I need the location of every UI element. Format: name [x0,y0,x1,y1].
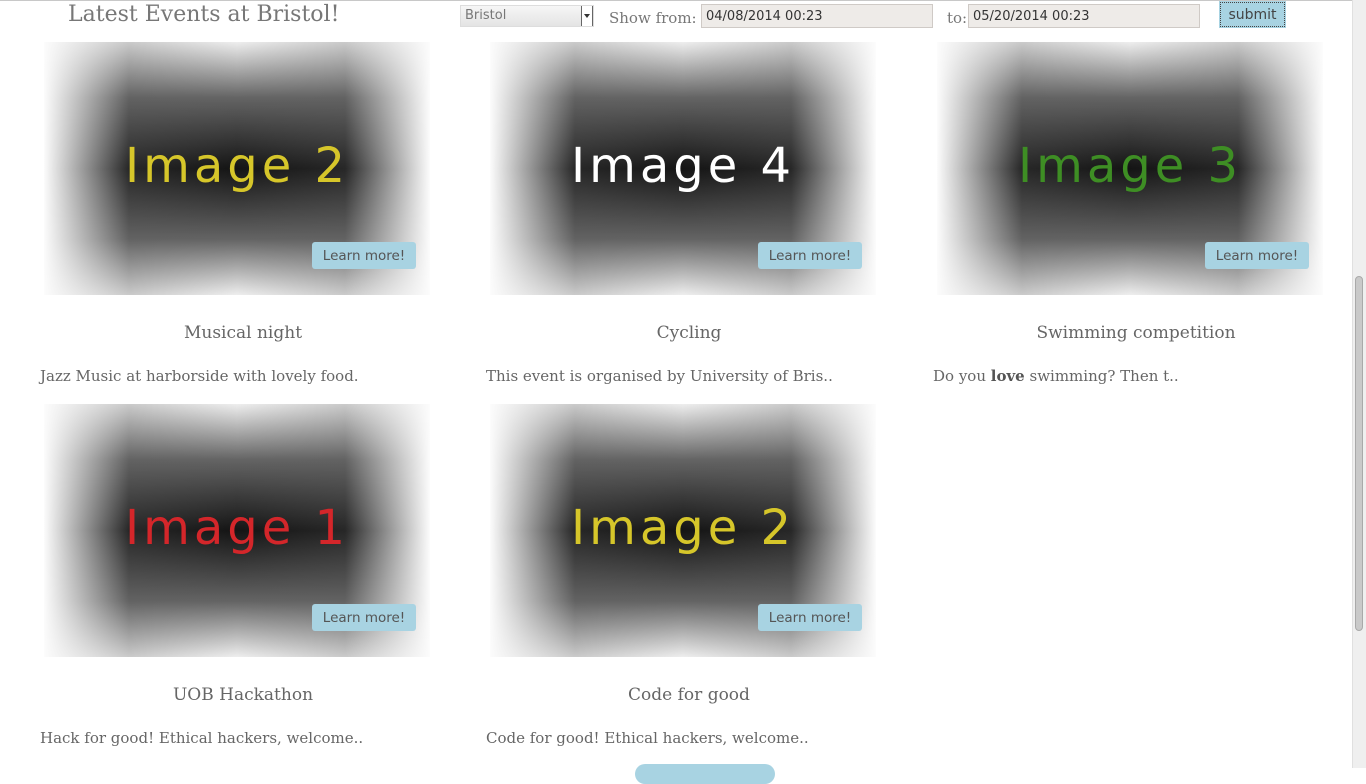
event-image-text: Image 3 [1017,138,1243,194]
learn-more-button[interactable]: Learn more! [1205,242,1309,269]
event-title: Cycling [656,323,722,343]
learn-more-button[interactable]: Learn more! [758,242,862,269]
event-image[interactable]: Image 2 Learn more! [44,42,430,295]
event-description: Jazz Music at harborside with lovely foo… [40,367,359,385]
event-title: Code for good [628,685,750,705]
event-image-text: Image 2 [124,138,350,194]
event-description: This event is organised by University of… [486,367,833,385]
location-select-value: Bristol [465,8,507,23]
event-image-text: Image 2 [570,500,796,556]
chevron-down-icon[interactable] [581,6,593,26]
event-image-text: Image 4 [570,138,796,194]
submit-button[interactable]: submit [1219,1,1286,28]
scrollbar-thumb[interactable] [1355,276,1363,631]
event-title: Musical night [183,323,303,343]
event-description-emphasis: love [990,367,1025,385]
load-more-button[interactable] [635,764,775,784]
event-image-text: Image 1 [124,500,350,556]
event-description-text: swimming? Then t.. [1024,367,1179,385]
event-image[interactable]: Image 1 Learn more! [44,404,430,657]
location-select[interactable]: Bristol [460,5,594,27]
event-title: Swimming competition [1036,323,1236,343]
header-bar: Latest Events at Bristol! Bristol Show f… [0,0,1352,34]
event-description-text: Do you [933,367,991,385]
learn-more-button[interactable]: Learn more! [758,604,862,631]
event-description: Hack for good! Ethical hackers, welcome.… [40,729,364,747]
event-image[interactable]: Image 2 Learn more! [490,404,876,657]
to-label: to: [947,9,968,27]
event-image[interactable]: Image 4 Learn more! [490,42,876,295]
learn-more-button[interactable]: Learn more! [312,604,416,631]
event-description: Do you love swimming? Then t.. [933,367,1179,385]
event-image[interactable]: Image 3 Learn more! [937,42,1323,295]
event-description: Code for good! Ethical hackers, welcome.… [486,729,809,747]
show-from-label: Show from: [609,9,697,27]
event-title: UOB Hackathon [172,685,314,705]
from-date-input[interactable] [701,4,933,28]
vertical-scrollbar[interactable] [1352,0,1366,768]
page-title: Latest Events at Bristol! [68,2,340,27]
learn-more-button[interactable]: Learn more! [312,242,416,269]
to-date-input[interactable] [968,4,1200,28]
